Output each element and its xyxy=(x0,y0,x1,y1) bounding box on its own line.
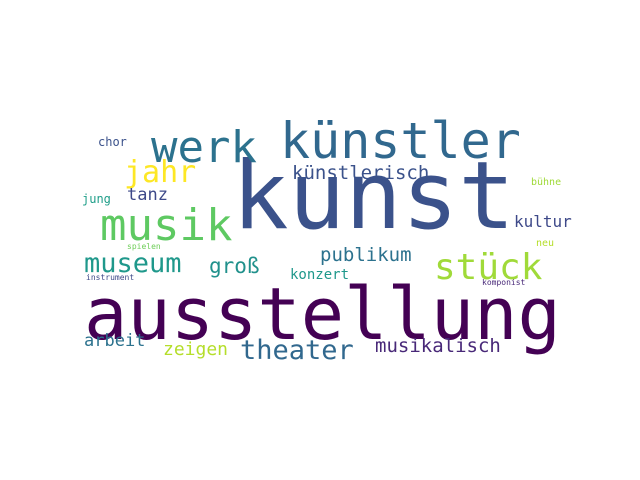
word-jahr: jahr xyxy=(124,155,197,190)
word-tanz: tanz xyxy=(127,185,168,205)
word-kuenstlerisch: künstlerisch xyxy=(292,162,430,184)
word-arbeit: arbeit xyxy=(84,331,146,351)
word-musikalisch: musikalisch xyxy=(375,335,501,357)
word-gross: groß xyxy=(209,254,260,278)
word-instrument: instrument xyxy=(86,273,135,282)
word-kuenstler: künstler xyxy=(280,112,521,170)
word-jung: jung xyxy=(82,192,111,206)
word-kultur: kultur xyxy=(514,212,572,231)
word-cloud: kunst ausstellung künstler werk musik st… xyxy=(0,0,640,480)
word-buehne: bühne xyxy=(531,177,562,188)
word-publikum: publikum xyxy=(320,244,412,266)
word-musik: musik xyxy=(100,200,233,251)
word-komponist: komponist xyxy=(482,278,526,287)
word-konzert: konzert xyxy=(290,267,350,283)
word-theater: theater xyxy=(240,335,354,366)
word-zeigen: zeigen xyxy=(163,339,229,360)
word-neu: neu xyxy=(536,238,555,249)
word-spielen: spielen xyxy=(127,242,161,251)
word-chor: chor xyxy=(98,135,127,149)
